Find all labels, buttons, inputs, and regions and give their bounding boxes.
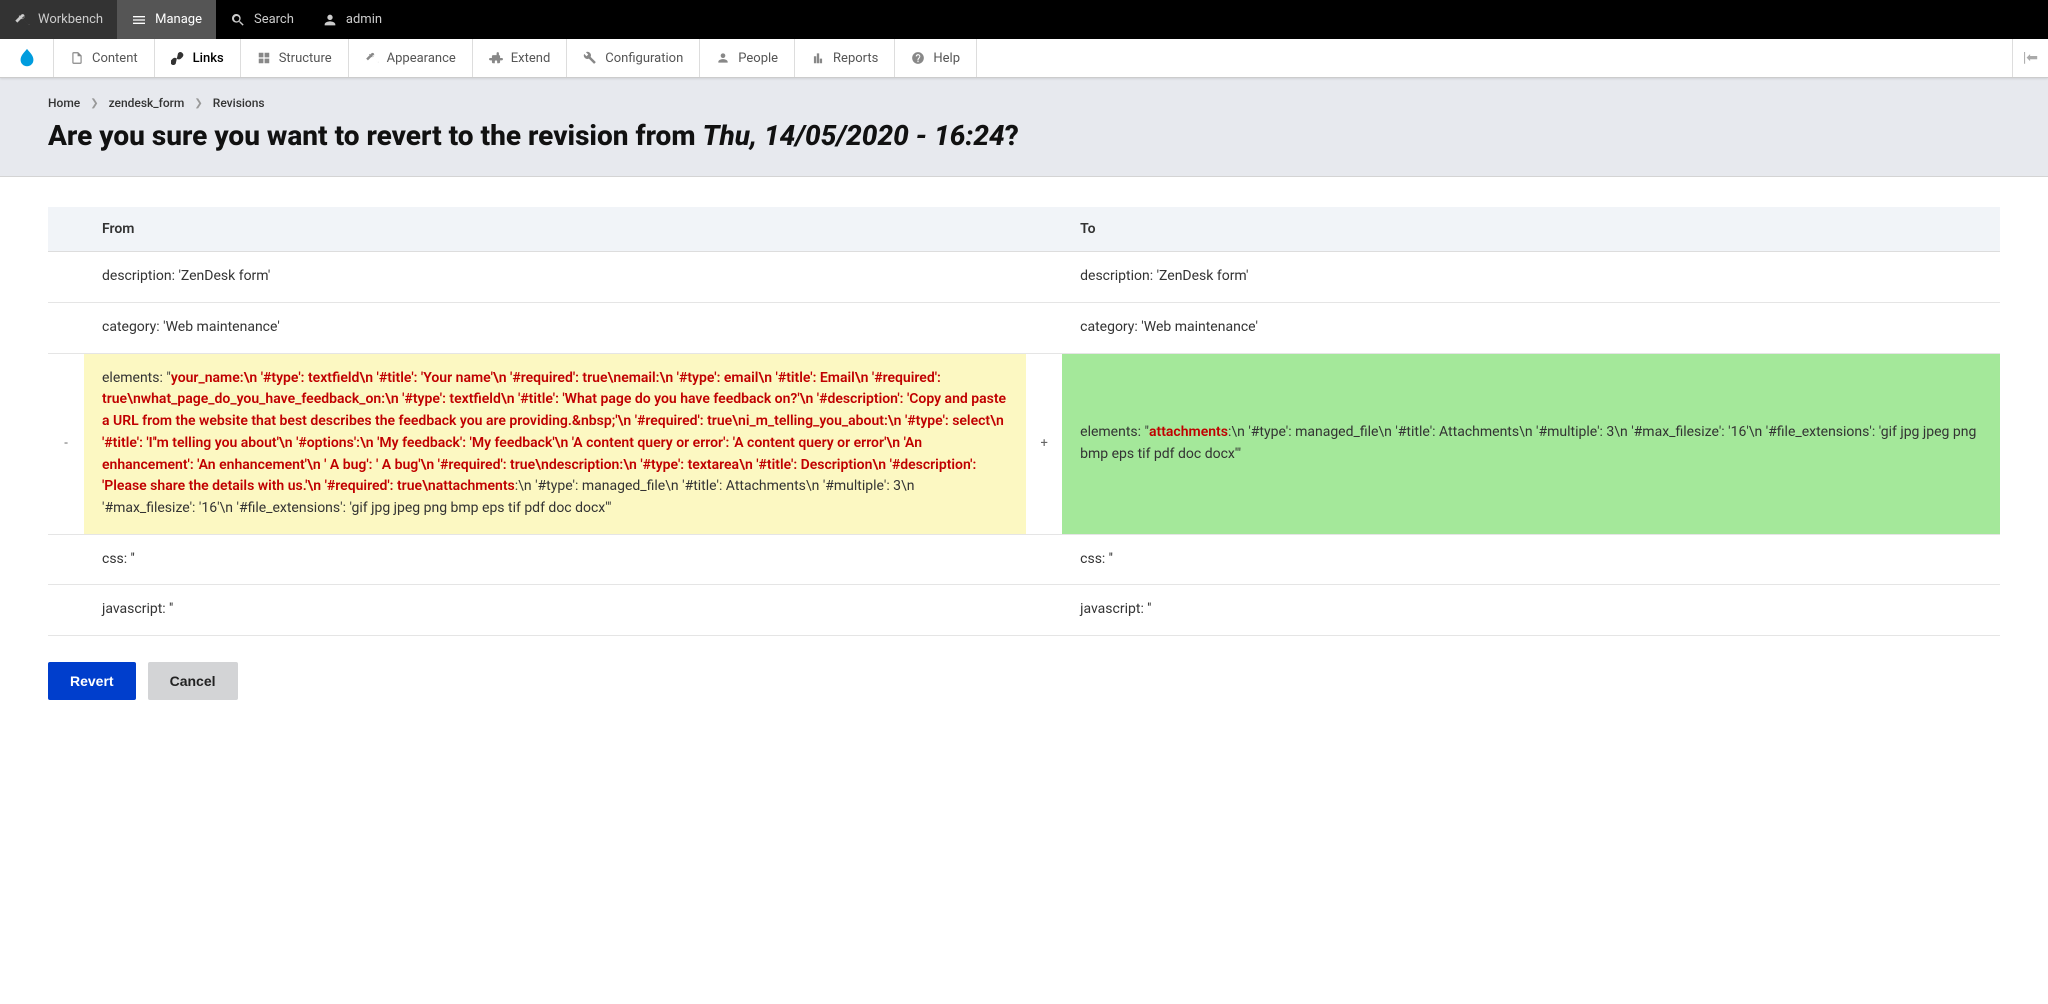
admin-links-label: Links bbox=[193, 51, 224, 66]
form-actions: Revert Cancel bbox=[48, 662, 2000, 700]
admin-structure-label: Structure bbox=[279, 51, 332, 66]
page-title: Are you sure you want to revert to the r… bbox=[48, 118, 2000, 154]
title-prefix: Are you sure you want to revert to the r… bbox=[48, 119, 703, 152]
cell-js-from: javascript: '' bbox=[84, 585, 1026, 636]
collapse-icon: |⬅ bbox=[2023, 50, 2038, 66]
admin-links[interactable]: Links bbox=[155, 39, 241, 77]
diff-table: From To description: 'ZenDesk form' desc… bbox=[48, 207, 2000, 636]
table-row-changed: - elements: "your_name:\n '#type': textf… bbox=[48, 353, 2000, 534]
admin-menu: Content Links Structure Appearance Exten… bbox=[0, 39, 2048, 78]
cell-elements-to: elements: "attachments:\n '#type': manag… bbox=[1062, 353, 2000, 534]
breadcrumb-home[interactable]: Home bbox=[48, 96, 80, 110]
header-from: From bbox=[84, 207, 1026, 252]
admin-help[interactable]: Help bbox=[895, 39, 977, 77]
admin-help-label: Help bbox=[933, 51, 960, 66]
admin-extend-label: Extend bbox=[511, 51, 551, 66]
toolbar-manage-label: Manage bbox=[155, 12, 202, 27]
drupal-logo[interactable] bbox=[0, 39, 54, 77]
cell-description-to: description: 'ZenDesk form' bbox=[1062, 252, 2000, 303]
cell-elements-from: elements: "your_name:\n '#type': textfie… bbox=[84, 353, 1026, 534]
region-header: Home ❯ zendesk_form ❯ Revisions Are you … bbox=[0, 78, 2048, 177]
admin-people-label: People bbox=[738, 51, 778, 66]
admin-people[interactable]: People bbox=[700, 39, 795, 77]
cell-description-from: description: 'ZenDesk form' bbox=[84, 252, 1026, 303]
admin-extend[interactable]: Extend bbox=[473, 39, 568, 77]
table-row: category: 'Web maintenance' category: 'W… bbox=[48, 303, 2000, 354]
admin-appearance-label: Appearance bbox=[387, 51, 456, 66]
revert-button[interactable]: Revert bbox=[48, 662, 136, 700]
cell-css-from: css: '' bbox=[84, 534, 1026, 585]
breadcrumb-revisions[interactable]: Revisions bbox=[213, 96, 265, 110]
cell-category-to: category: 'Web maintenance' bbox=[1062, 303, 2000, 354]
toolbar-search[interactable]: Search bbox=[216, 0, 308, 39]
user-icon bbox=[322, 12, 338, 28]
toolbar-workbench[interactable]: Workbench bbox=[0, 0, 117, 39]
toolbar-collapse[interactable]: |⬅ bbox=[2012, 39, 2048, 77]
cancel-button[interactable]: Cancel bbox=[148, 662, 238, 700]
diff-plus: + bbox=[1026, 353, 1062, 534]
breadcrumb-form[interactable]: zendesk_form bbox=[109, 96, 185, 110]
admin-reports[interactable]: Reports bbox=[795, 39, 895, 77]
cell-category-from: category: 'Web maintenance' bbox=[84, 303, 1026, 354]
admin-configuration[interactable]: Configuration bbox=[567, 39, 700, 77]
breadcrumb: Home ❯ zendesk_form ❯ Revisions bbox=[48, 96, 2000, 110]
toolbar-workbench-label: Workbench bbox=[38, 12, 103, 27]
hamburger-icon bbox=[131, 12, 147, 28]
title-suffix: ? bbox=[1005, 119, 1019, 152]
admin-configuration-label: Configuration bbox=[605, 51, 683, 66]
admin-content[interactable]: Content bbox=[54, 39, 155, 77]
table-row: description: 'ZenDesk form' description:… bbox=[48, 252, 2000, 303]
chevron-right-icon: ❯ bbox=[90, 98, 98, 109]
workbench-icon bbox=[14, 12, 30, 28]
header-to: To bbox=[1062, 207, 2000, 252]
toolbar-search-label: Search bbox=[254, 12, 294, 27]
title-date: Thu, 14/05/2020 - 16:24 bbox=[703, 119, 1005, 152]
table-row: javascript: '' javascript: '' bbox=[48, 585, 2000, 636]
table-row: css: '' css: '' bbox=[48, 534, 2000, 585]
cell-js-to: javascript: '' bbox=[1062, 585, 2000, 636]
diff-minus: - bbox=[48, 353, 84, 534]
admin-structure[interactable]: Structure bbox=[241, 39, 349, 77]
admin-appearance[interactable]: Appearance bbox=[349, 39, 473, 77]
chevron-right-icon: ❯ bbox=[194, 98, 202, 109]
content-region: From To description: 'ZenDesk form' desc… bbox=[0, 177, 2048, 730]
toolbar-manage[interactable]: Manage bbox=[117, 0, 216, 39]
admin-content-label: Content bbox=[92, 51, 138, 66]
admin-reports-label: Reports bbox=[833, 51, 878, 66]
toolbar-user[interactable]: admin bbox=[308, 0, 396, 39]
toolbar-top: Workbench Manage Search admin bbox=[0, 0, 2048, 39]
toolbar-user-label: admin bbox=[346, 12, 382, 27]
cell-css-to: css: '' bbox=[1062, 534, 2000, 585]
search-icon bbox=[230, 12, 246, 28]
